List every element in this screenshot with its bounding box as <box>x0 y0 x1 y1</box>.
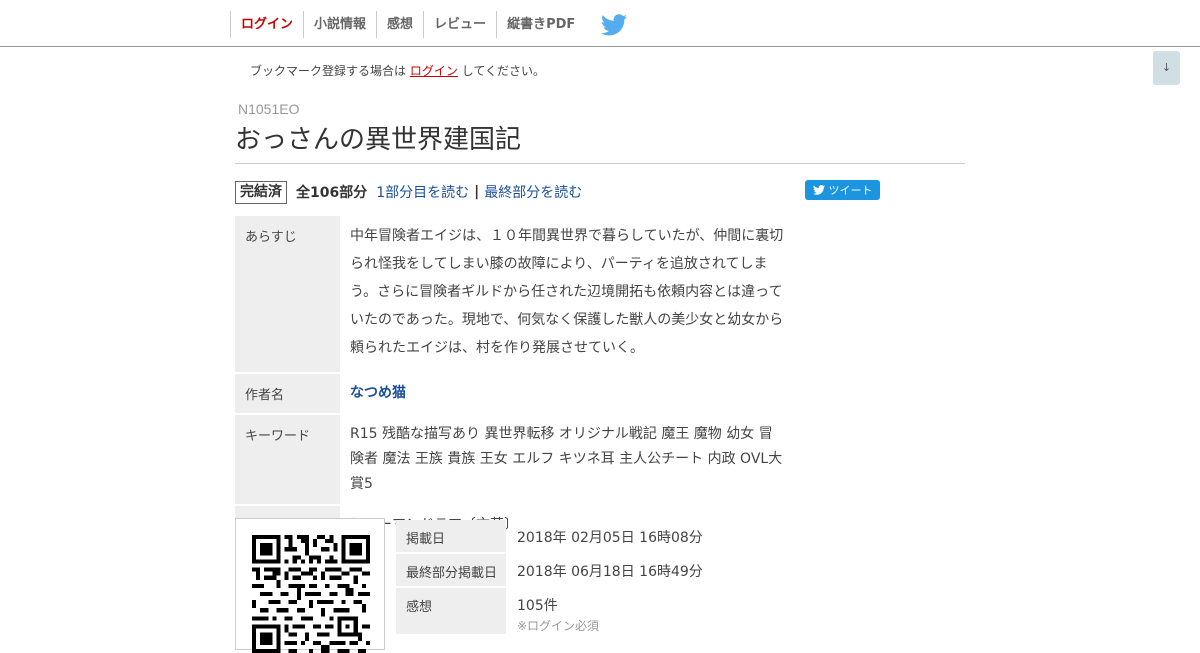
bookmark-login-link[interactable]: ログイン <box>410 64 458 78</box>
nav-login[interactable]: ログイン <box>230 11 303 38</box>
keyword-text: R15 残酷な描写あり 異世界転移 オリジナル戦記 魔王 魔物 幼女 冒険者 魔… <box>350 426 783 492</box>
synopsis-label: あらすじ <box>235 216 340 372</box>
nav-twitter[interactable] <box>585 11 641 38</box>
read-last-link[interactable]: 最終部分を読む <box>484 182 582 202</box>
nav-vertical-pdf[interactable]: 縦書きPDF <box>496 11 585 38</box>
ncode: N1051EO <box>238 101 300 117</box>
read-first-link[interactable]: 1部分目を読む <box>376 182 469 202</box>
bookmark-note-suffix: してください。 <box>461 64 545 78</box>
published-date: 2018年 02月05日 16時08分 <box>517 530 703 546</box>
login-required-note: ※ログイン必須 <box>517 619 600 633</box>
nav-impressions[interactable]: 感想 <box>376 11 423 38</box>
novel-info-table: あらすじ 中年冒険者エイジは、１０年間異世界で暮らしていたが、仲間に裏切られ怪我… <box>235 214 795 547</box>
impressions-row: 感想 105件 ※ログイン必須 <box>396 588 713 634</box>
qr-code-icon <box>252 535 370 653</box>
nav-list: ログイン 小説情報 感想 レビュー 縦書きPDF <box>230 11 641 38</box>
impressions-label: 感想 <box>396 588 506 634</box>
qr-code <box>235 518 385 653</box>
keyword-label: キーワード <box>235 415 340 504</box>
novel-title: おっさんの異世界建国記 <box>235 122 965 164</box>
tweet-label: ツイート <box>828 184 873 197</box>
twitter-bird-icon <box>812 185 825 195</box>
last-updated-row: 最終部分掲載日 2018年 06月18日 16時49分 <box>396 554 713 586</box>
total-parts: 全106部分 <box>296 185 368 201</box>
top-navigation: ログイン 小説情報 感想 レビュー 縦書きPDF <box>0 0 1200 47</box>
last-updated-date: 2018年 06月18日 16時49分 <box>517 564 703 580</box>
author-row: 作者名 なつめ猫 <box>235 374 795 413</box>
impressions-cell: 105件 ※ログイン必須 <box>506 588 713 634</box>
last-updated-label: 最終部分掲載日 <box>396 554 506 586</box>
scroll-down-button[interactable]: ↓ <box>1153 51 1180 85</box>
bookmark-note: ブックマーク登録する場合は ログイン してください。 <box>250 62 545 79</box>
author-cell: なつめ猫 <box>340 374 795 413</box>
published-row: 掲載日 2018年 02月05日 16時08分 <box>396 520 713 552</box>
completed-badge: 完結済 <box>235 180 287 204</box>
synopsis-text: 中年冒険者エイジは、１０年間異世界で暮らしていたが、仲間に裏切られ怪我をしてしま… <box>350 228 784 356</box>
tweet-button[interactable]: ツイート <box>805 180 880 200</box>
published-label: 掲載日 <box>396 520 506 552</box>
synopsis-row: あらすじ 中年冒険者エイジは、１０年間異世界で暮らしていたが、仲間に裏切られ怪我… <box>235 216 795 372</box>
nav-reviews[interactable]: レビュー <box>423 11 496 38</box>
status-row: 完結済 全106部分 1部分目を読む | 最終部分を読む <box>235 180 582 204</box>
author-label: 作者名 <box>235 374 340 413</box>
keyword-row: キーワード R15 残酷な描写あり 異世界転移 オリジナル戦記 魔王 魔物 幼女… <box>235 415 795 504</box>
link-separator: | <box>474 184 480 200</box>
publication-info-table: 掲載日 2018年 02月05日 16時08分 最終部分掲載日 2018年 06… <box>396 518 713 636</box>
author-link[interactable]: なつめ猫 <box>350 385 406 401</box>
twitter-bird-icon <box>601 13 628 35</box>
bookmark-note-prefix: ブックマーク登録する場合は <box>250 64 407 78</box>
nav-novel-info[interactable]: 小説情報 <box>303 11 376 38</box>
impressions-count[interactable]: 105件 <box>517 598 558 614</box>
